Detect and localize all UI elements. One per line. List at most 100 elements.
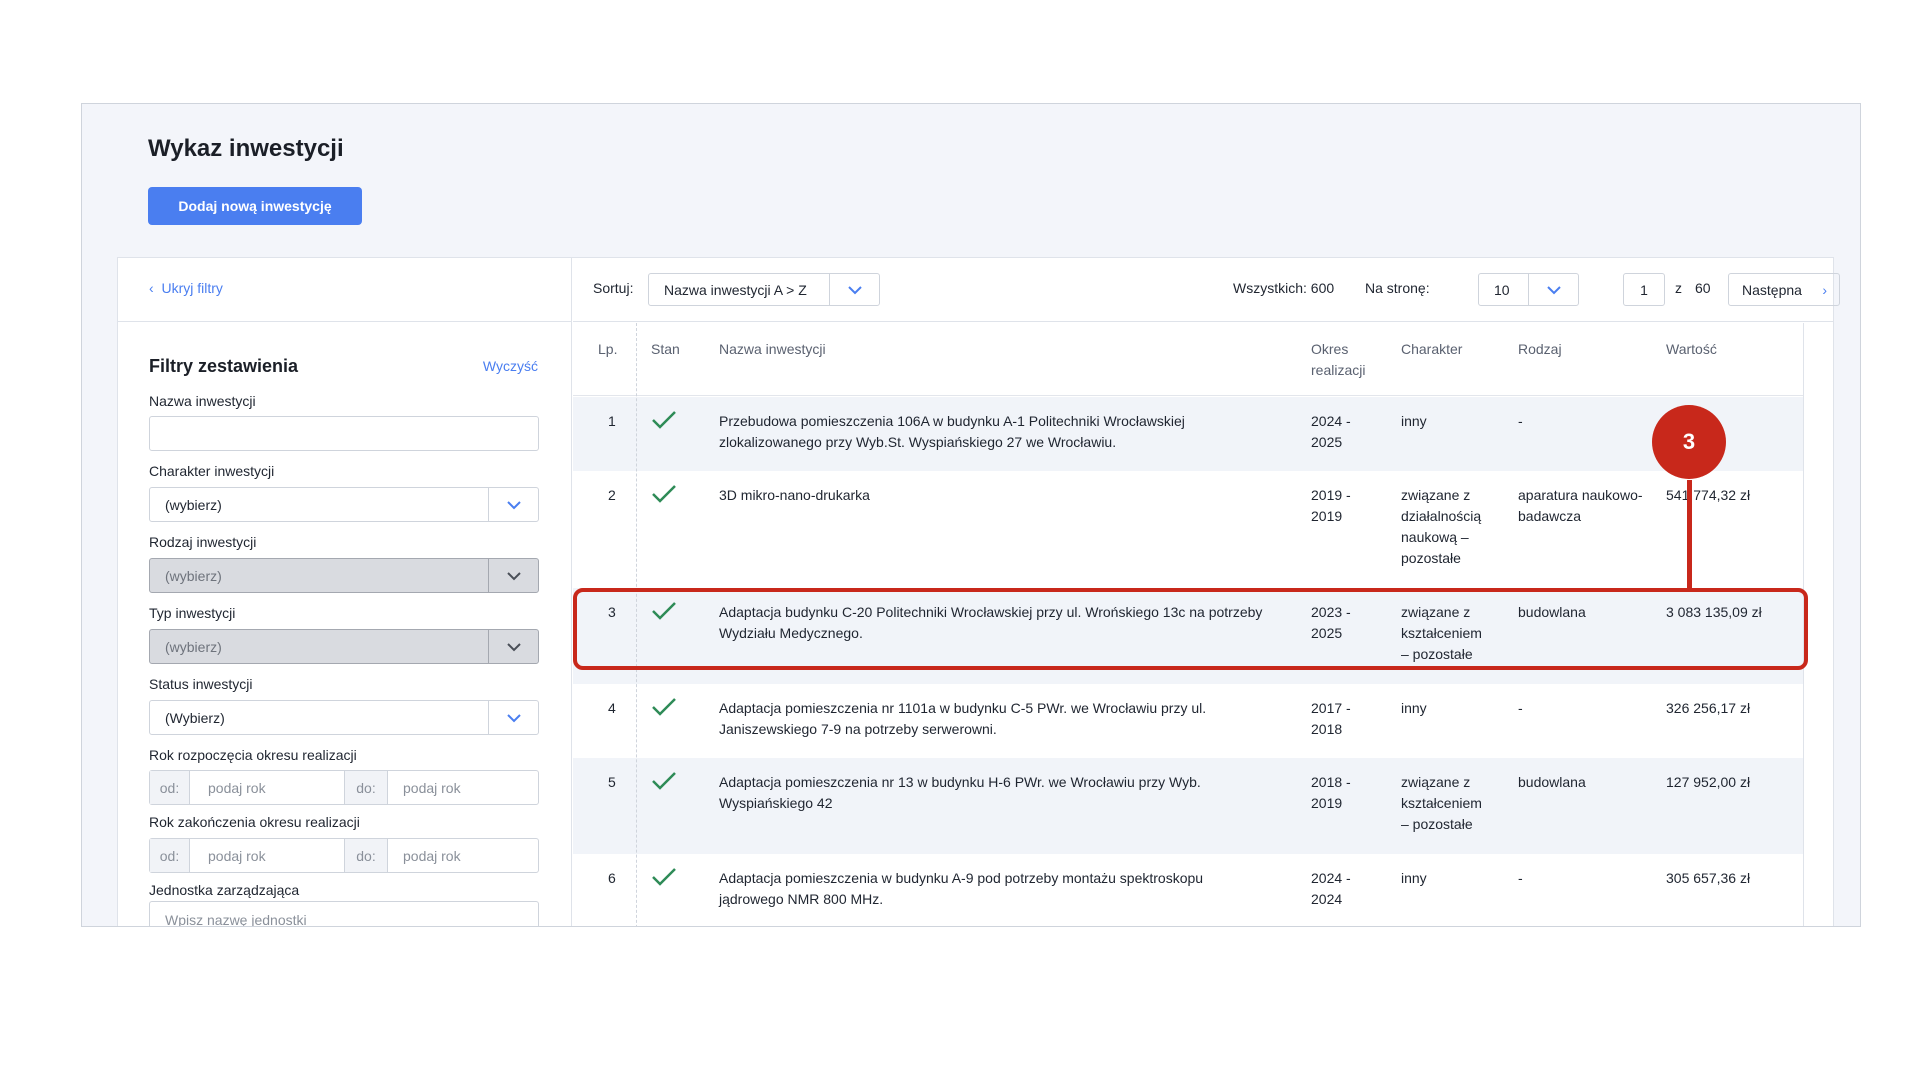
- header-period-line2: realizacji: [1311, 362, 1366, 378]
- cell-period: 2019 - 2019: [1311, 485, 1351, 527]
- start-year-from-input[interactable]: podaj rok: [208, 780, 266, 796]
- cell-character: inny: [1401, 698, 1427, 719]
- status-filter-select[interactable]: (Wybierz): [149, 700, 539, 735]
- sort-select[interactable]: Nazwa inwestycji A > Z: [648, 273, 880, 306]
- start-year-to-input[interactable]: podaj rok: [403, 780, 461, 796]
- type-filter-value: (wybierz): [165, 639, 222, 655]
- cell-name-line: Adaptacja pomieszczenia nr 13 w budynku …: [719, 774, 1201, 790]
- table-row[interactable]: 2 3D mikro-nano-drukarka 2019 - 2019 związan…: [573, 471, 1803, 588]
- cell-period-line: 2019 -: [1311, 487, 1351, 503]
- cell-period: 2018 - 2019: [1311, 772, 1351, 814]
- cell-character-line: inny: [1401, 870, 1427, 886]
- cell-kind: -: [1518, 411, 1523, 432]
- unit-filter-input[interactable]: Wpisz nazwę jednostki: [149, 901, 539, 927]
- chevron-down-icon: [488, 630, 538, 663]
- name-filter-input[interactable]: [149, 416, 539, 451]
- cell-name-line: Wyspiańskiego 42: [719, 795, 833, 811]
- cell-name-line: 3D mikro-nano-drukarka: [719, 487, 870, 503]
- cell-lp: 5: [608, 772, 616, 793]
- kind-filter-value: (wybierz): [165, 568, 222, 584]
- cell-name: Adaptacja pomieszczenia w budynku A-9 po…: [719, 868, 1203, 910]
- cell-kind-line: -: [1518, 700, 1523, 716]
- end-year-label: Rok zakończenia okresu realizacji: [149, 814, 360, 830]
- page-number-input[interactable]: 1: [1623, 273, 1665, 306]
- check-icon: [651, 409, 677, 437]
- cell-character-line: inny: [1401, 700, 1427, 716]
- table-row[interactable]: 5 Adaptacja pomieszczenia nr 13 w budynku…: [573, 758, 1803, 854]
- cell-period: 2017 - 2018: [1311, 698, 1351, 740]
- kind-filter-label: Rodzaj inwestycji: [149, 534, 257, 550]
- cell-name: Adaptacja pomieszczenia nr 13 w budynku …: [719, 772, 1201, 814]
- table-row[interactable]: 1 Przebudowa pomieszczenia 106A w budynku…: [573, 397, 1803, 471]
- header-lp: Lp.: [598, 341, 618, 357]
- cell-period-line: 2025: [1311, 434, 1343, 450]
- type-filter-select: (wybierz): [149, 629, 539, 664]
- chevron-right-icon: ›: [1822, 282, 1827, 298]
- start-year-range: od: podaj rok do: podaj rok: [149, 770, 539, 805]
- per-page-value: 10: [1494, 282, 1510, 298]
- cell-value: 326 256,17 zł: [1666, 698, 1750, 719]
- per-page-select[interactable]: 10: [1478, 273, 1579, 306]
- callout-connector: [1687, 480, 1692, 590]
- unit-filter-placeholder: Wpisz nazwę jednostki: [165, 912, 307, 927]
- cell-value-line: 326 256,17 zł: [1666, 700, 1751, 716]
- to-label: do:: [344, 771, 388, 804]
- cell-character-line: pozostałe: [1401, 550, 1461, 566]
- cell-period: 2024 - 2024: [1311, 868, 1351, 910]
- cell-value-line: 127 952,00 zł: [1666, 774, 1751, 790]
- cell-value: 305 657,36 zł: [1666, 868, 1750, 889]
- cell-period-line: 2019: [1311, 508, 1343, 524]
- cell-period-line: 2018: [1311, 721, 1343, 737]
- name-filter-label: Nazwa inwestycji: [149, 393, 256, 409]
- header-period[interactable]: Okres realizacji: [1311, 339, 1365, 381]
- start-year-label: Rok rozpoczęcia okresu realizacji: [149, 747, 357, 763]
- cell-period-line: 2024: [1311, 891, 1343, 907]
- clear-filters-link[interactable]: Wyczyść: [483, 358, 538, 374]
- cell-kind: aparatura naukowo-badawcza: [1518, 485, 1643, 527]
- cell-value-line: 541 774,32 zł: [1666, 487, 1751, 503]
- end-year-to-input[interactable]: podaj rok: [403, 848, 461, 864]
- chevron-down-icon: [488, 488, 538, 521]
- results-toolbar: Sortuj: Nazwa inwestycji A > Z Wszystkic…: [573, 258, 1840, 322]
- hide-filters-link[interactable]: ‹ Ukryj filtry: [149, 280, 223, 296]
- cell-name: Przebudowa pomieszczenia 106A w budynku …: [719, 411, 1185, 453]
- cell-lp-line: 6: [608, 870, 616, 886]
- check-icon: [651, 770, 677, 798]
- cell-period: 2024 - 2025: [1311, 411, 1351, 453]
- cell-lp-line: 2: [608, 487, 616, 503]
- cell-name-line: zlokalizowanego przy Wyb.St. Wyspiańskie…: [719, 434, 1117, 450]
- header-value[interactable]: Wartość: [1666, 339, 1717, 360]
- page-count: 60: [1695, 280, 1711, 296]
- cell-period-line: 2024 -: [1311, 413, 1351, 429]
- page-title: Wykaz inwestycji: [148, 135, 344, 162]
- cell-value: 127 952,00 zł: [1666, 772, 1750, 793]
- table-row[interactable]: 4 Adaptacja pomieszczenia nr 1101a w budy…: [573, 684, 1803, 758]
- header-character[interactable]: Charakter: [1401, 339, 1462, 360]
- cell-character: związane z kształceniem – pozostałe: [1401, 772, 1482, 835]
- cell-period-line: 2024 -: [1311, 870, 1351, 886]
- header-kind[interactable]: Rodzaj: [1518, 339, 1562, 360]
- cell-kind-line: badawcza: [1518, 508, 1582, 524]
- from-label: od:: [150, 839, 190, 872]
- cell-name-line: jądrowego NMR 800 MHz.: [719, 891, 884, 907]
- app-frame: Wykaz inwestycji Dodaj nową inwestycję ‹…: [81, 103, 1861, 927]
- header-period-line1: Okres: [1311, 341, 1349, 357]
- end-year-from-input[interactable]: podaj rok: [208, 848, 266, 864]
- add-investment-button[interactable]: Dodaj nową inwestycję: [148, 187, 362, 225]
- kind-filter-select: (wybierz): [149, 558, 539, 593]
- character-filter-select[interactable]: (wybierz): [149, 487, 539, 522]
- chevron-down-icon: [1528, 274, 1578, 305]
- header-status: Stan: [651, 341, 680, 357]
- cell-kind-line: budowlana: [1518, 774, 1586, 790]
- cell-lp: 6: [608, 868, 616, 889]
- header-name[interactable]: Nazwa inwestycji: [719, 339, 826, 360]
- cell-character: związane z działalnością naukową – pozostał…: [1401, 485, 1481, 569]
- cell-character-line: związane z: [1401, 774, 1471, 790]
- next-page-button[interactable]: Następna ›: [1728, 273, 1840, 306]
- cell-lp-line: 4: [608, 700, 616, 716]
- cell-name-line: Adaptacja pomieszczenia nr 1101a w budyn…: [719, 700, 1207, 716]
- cell-lp: 2: [608, 485, 616, 506]
- from-label: od:: [150, 771, 190, 804]
- chevron-down-icon: [488, 559, 538, 592]
- table-row[interactable]: 6 Adaptacja pomieszczenia w budynku A-9 p…: [573, 854, 1803, 926]
